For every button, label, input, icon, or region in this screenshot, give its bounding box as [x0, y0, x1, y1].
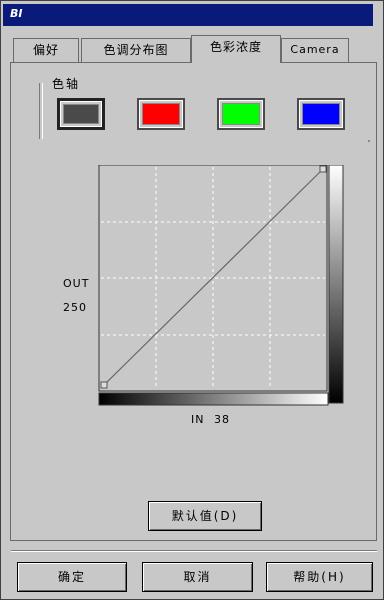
in-value: 38 — [214, 413, 230, 426]
curve-start-point — [100, 381, 108, 389]
default-button[interactable]: 默认值(D) — [148, 501, 262, 531]
tab-tone-distribution[interactable]: 色调分布图 — [81, 38, 191, 62]
help-button[interactable]: 帮助(H) — [266, 562, 373, 592]
tab-tone-distribution-label: 色调分布图 — [103, 43, 169, 57]
swatch-green[interactable] — [217, 98, 265, 130]
swatch-blue-fill — [302, 103, 340, 125]
title-bar[interactable]: BI — [3, 4, 373, 26]
footer-separator — [11, 550, 377, 552]
tab-color-saturation-label: 色彩浓度 — [209, 40, 262, 54]
swatch-blue[interactable] — [297, 98, 345, 130]
out-value: 250 — [63, 301, 87, 314]
curve-end-point — [319, 165, 327, 173]
swatch-green-fill — [222, 103, 260, 125]
tab-camera-label: Camera — [290, 43, 340, 56]
swatch-gray[interactable] — [57, 98, 105, 130]
swatch-red-fill — [142, 103, 180, 125]
out-label: OUT — [63, 277, 90, 290]
input-gradient-bar — [98, 392, 329, 406]
dialog-window: BI 偏好 色调分布图 色彩浓度 Camera 色轴 OUT 250 IN 38… — [0, 0, 384, 600]
cancel-button[interactable]: 取消 — [142, 562, 253, 592]
swatch-red[interactable] — [137, 98, 185, 130]
tab-color-saturation[interactable]: 色彩浓度 — [191, 35, 281, 63]
tab-camera[interactable]: Camera — [281, 38, 349, 62]
tab-preferences-label: 偏好 — [32, 43, 59, 57]
in-label: IN — [191, 413, 205, 426]
window-title: BI — [10, 7, 23, 20]
dot-marker — [368, 140, 370, 142]
tone-curve-graph[interactable] — [97, 165, 347, 410]
tab-preferences[interactable]: 偏好 — [13, 38, 79, 62]
group-divider — [39, 83, 43, 139]
ok-button[interactable]: 确定 — [17, 562, 127, 592]
swatch-gray-fill — [63, 104, 99, 124]
output-gradient-bar — [328, 165, 344, 404]
color-group-label: 色轴 — [52, 77, 81, 91]
